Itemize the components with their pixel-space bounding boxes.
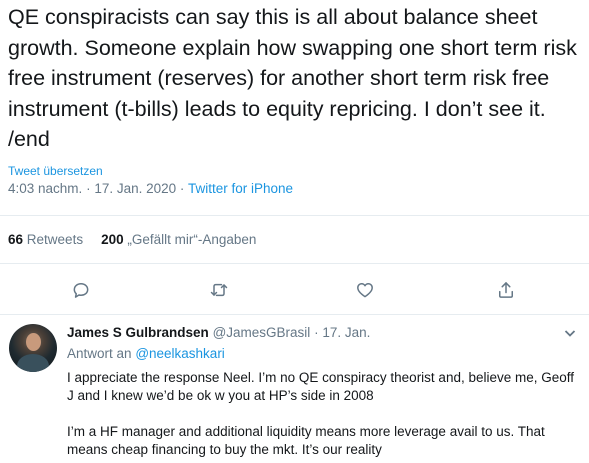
reply-header: James S Gulbrandsen @JamesGBrasil · 17. …: [67, 325, 370, 340]
share-icon: [499, 282, 513, 298]
retweets-label: Retweets: [26, 232, 84, 247]
retweets-stat[interactable]: 66 Retweets: [8, 232, 83, 247]
retweet-icon: [210, 283, 228, 297]
divider: [0, 263, 589, 264]
tweet-date[interactable]: 17. Jan. 2020: [94, 181, 176, 196]
reply-author-name[interactable]: James S Gulbrandsen: [67, 325, 209, 340]
divider: [0, 314, 589, 315]
chevron-down-icon: [564, 330, 576, 337]
reply-to: Antwort an @neelkashkari: [67, 346, 225, 361]
reply-to-mention[interactable]: @neelkashkari: [135, 346, 225, 361]
tweet-meta: 4:03 nachm. · 17. Jan. 2020 · Twitter fo…: [8, 181, 293, 196]
tweet-time[interactable]: 4:03 nachm.: [8, 181, 82, 196]
tweet-stats: 66 Retweets 200 „Gefällt mir“-Angaben: [8, 232, 256, 247]
meta-separator: ·: [179, 181, 185, 196]
reply-tweet[interactable]: James S Gulbrandsen @JamesGBrasil · 17. …: [0, 316, 589, 463]
share-button[interactable]: [492, 276, 520, 304]
more-options-button[interactable]: [563, 326, 577, 340]
reply-date[interactable]: 17. Jan.: [322, 325, 370, 340]
translate-tweet-link[interactable]: Tweet übersetzen: [8, 164, 103, 178]
likes-stat[interactable]: 200 „Gefällt mir“-Angaben: [101, 232, 256, 247]
tweet-actions: [0, 276, 589, 306]
reply-paragraph: I appreciate the response Neel. I’m no Q…: [67, 370, 575, 403]
heart-icon: [357, 283, 373, 298]
reply-text: I appreciate the response Neel. I’m no Q…: [67, 369, 577, 463]
like-button[interactable]: [351, 276, 379, 304]
likes-count: 200: [101, 232, 124, 247]
divider: [0, 215, 589, 216]
tweet-text: QE conspiracists can say this is all abo…: [8, 5, 577, 151]
retweet-button[interactable]: [205, 276, 233, 304]
avatar[interactable]: [9, 324, 57, 372]
reply-to-label: Antwort an: [67, 346, 132, 361]
reply-separator: ·: [314, 325, 319, 340]
reply-paragraph: I’m a HF manager and additional liquidit…: [67, 424, 545, 457]
retweets-count: 66: [8, 232, 24, 247]
reply-button[interactable]: [67, 276, 95, 304]
meta-separator: ·: [86, 181, 91, 196]
tweet-source-link[interactable]: Twitter for iPhone: [188, 181, 293, 196]
reply-author-handle[interactable]: @JamesGBrasil: [213, 325, 311, 340]
reply-icon: [73, 283, 89, 298]
likes-label: „Gefällt mir“-Angaben: [127, 232, 257, 247]
